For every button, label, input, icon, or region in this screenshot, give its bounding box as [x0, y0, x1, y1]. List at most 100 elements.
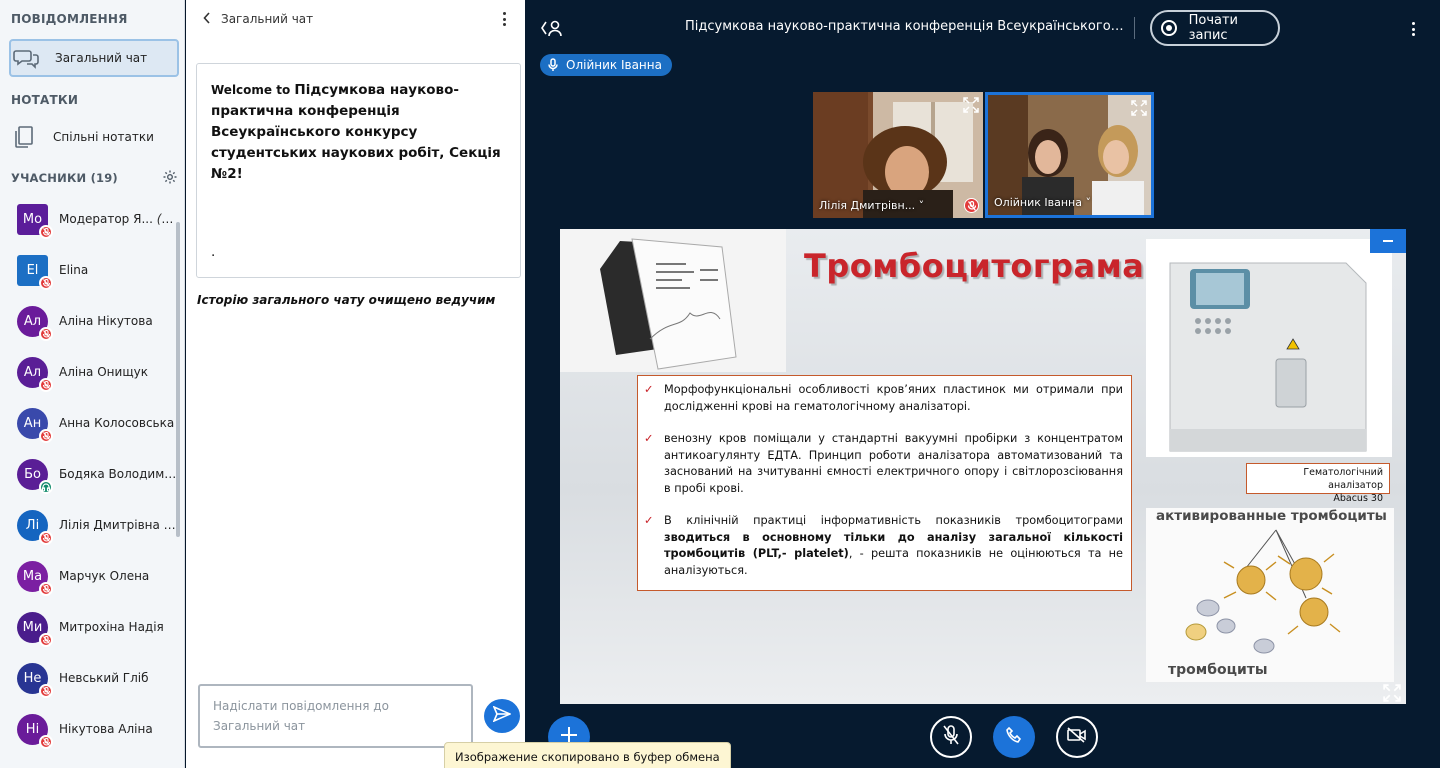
muted-mic-icon — [39, 734, 53, 749]
user-name: Митрохіна Надія — [59, 620, 164, 634]
record-icon — [1161, 20, 1177, 36]
talking-name: Олійник Іванна — [566, 58, 662, 72]
user-name: Невський Гліб — [59, 671, 149, 685]
messages-section-title: ПОВІДОМЛЕННЯ — [11, 12, 128, 26]
avatar: Бо — [17, 458, 53, 494]
topbar-divider — [1134, 17, 1135, 39]
send-icon — [492, 705, 512, 726]
bullet-2: ✓ венозну кров поміщали у стандартні вак… — [644, 432, 1123, 495]
user-name: Марчук Олена — [59, 569, 150, 583]
welcome-dot: . — [211, 244, 216, 260]
avatar: Не — [17, 662, 53, 698]
user-name: Аліна Онищук — [59, 365, 148, 379]
user-name: Модератор Я... (Ви) — [59, 212, 177, 226]
fullscreen-icon[interactable] — [1131, 100, 1147, 120]
you-label: (Ви) — [156, 212, 177, 226]
avatar: El — [17, 254, 53, 290]
public-chat-label: Загальний чат — [55, 51, 148, 65]
video-tile-1[interactable]: Лілія Дмитрівн... ˅ — [813, 92, 983, 218]
talking-indicator: Олійник Іванна — [540, 54, 672, 76]
avatar: Лі — [17, 509, 53, 545]
video-name-2: Олійник Іванна ˅ — [994, 196, 1091, 209]
avatar: Мо — [17, 203, 53, 239]
minus-icon — [1383, 240, 1393, 242]
muted-mic-icon — [39, 377, 53, 392]
camera-off-icon — [1067, 727, 1087, 747]
checkmark-icon: ✓ — [644, 514, 654, 527]
chat-header[interactable]: Загальний чат — [203, 10, 515, 28]
presentation-area: Підсумкова науково-практична конференція… — [525, 0, 1440, 768]
microphone-off-icon — [943, 725, 959, 749]
chat-cleared-notice: Історію загального чату очищено ведучим — [197, 293, 496, 307]
avatar: Ал — [17, 356, 53, 392]
options-menu-icon[interactable] — [1412, 22, 1416, 36]
slide-text-box: ✓ Морфофункціональні особливості кров’ян… — [637, 375, 1132, 591]
chat-options-icon[interactable] — [503, 12, 507, 26]
user-list-item[interactable]: Ан Анна Колосовська — [17, 407, 177, 443]
user-name: Бодяка Володими... — [59, 467, 177, 481]
message-input[interactable]: Надіслати повідомлення до Загальний чат — [198, 684, 473, 748]
toggle-user-list-icon[interactable] — [540, 18, 564, 42]
notes-section-title: НОТАТКИ — [11, 93, 79, 107]
user-list-item[interactable]: Мо Модератор Я... (Ви) — [17, 203, 177, 239]
video-name-1: Лілія Дмитрівн... ˅ — [819, 199, 925, 212]
caption-line-2: Abacus 30 — [1333, 493, 1383, 504]
caption-line-1: Гематологічний аналізатор — [1303, 467, 1383, 491]
welcome-lead: Welcome to — [211, 83, 295, 97]
user-list-scrollbar[interactable] — [176, 222, 180, 537]
user-list-item[interactable]: Ні Нікутова Аліна — [17, 713, 177, 749]
muted-mic-icon — [39, 428, 53, 443]
muted-mic-icon — [39, 632, 53, 647]
user-name: Нікутова Аліна — [59, 722, 153, 736]
public-chat-item[interactable]: Загальний чат — [9, 39, 179, 77]
leave-audio-button[interactable] — [993, 716, 1035, 758]
platelets-label: тромбоциты — [1168, 662, 1268, 678]
user-name: Аліна Нікутова — [59, 314, 153, 328]
chat-bubbles-icon — [11, 47, 41, 69]
notes-icon — [9, 125, 39, 149]
clipboard-toast: Изображение скопировано в буфер обмена — [444, 742, 731, 768]
start-recording-button[interactable]: Почати запис — [1150, 10, 1280, 46]
muted-mic-icon — [39, 275, 53, 290]
shared-notes-label: Спільні нотатки — [53, 130, 154, 144]
user-list-item[interactable]: Бо Бодяка Володими... — [17, 458, 177, 494]
users-section-title: УЧАСНИКИ (19) — [11, 171, 118, 185]
user-list-item[interactable]: Ал Аліна Онищук — [17, 356, 177, 392]
muted-mic-icon — [39, 581, 53, 596]
record-label: Почати запис — [1188, 13, 1238, 43]
video-tile-2[interactable]: Олійник Іванна ˅ — [985, 92, 1154, 218]
gear-icon[interactable] — [162, 169, 178, 185]
fullscreen-icon[interactable] — [1383, 684, 1401, 706]
user-list-item[interactable]: El Elina — [17, 254, 177, 290]
user-name: Лілія Дмитрівна Т... — [59, 518, 177, 532]
user-list-item[interactable]: Ал Аліна Нікутова — [17, 305, 177, 341]
slide-title: Тромбоцитограма — [804, 247, 1145, 285]
phone-icon — [1005, 726, 1023, 748]
checkmark-icon: ✓ — [644, 432, 654, 445]
analyzer-printout-image — [560, 229, 786, 372]
activated-platelets-label: активированные тромбоциты — [1156, 508, 1387, 524]
user-list-item[interactable]: Лі Лілія Дмитрівна Т... — [17, 509, 177, 545]
user-list-item[interactable]: Ми Митрохіна Надія — [17, 611, 177, 647]
fullscreen-icon[interactable] — [963, 97, 979, 117]
avatar: Ні — [17, 713, 53, 749]
microphone-icon — [548, 58, 558, 71]
avatar: Ал — [17, 305, 53, 341]
platelets-image: активированные тромбоциты тромбоциты — [1146, 508, 1394, 682]
muted-mic-icon — [39, 224, 53, 239]
chat-title: Загальний чат — [221, 12, 314, 26]
avatar: Ми — [17, 611, 53, 647]
hematology-analyzer-image — [1146, 239, 1392, 457]
user-list-item[interactable]: Ма Марчук Олена — [17, 560, 177, 596]
share-webcam-button[interactable] — [1056, 716, 1098, 758]
user-list-item[interactable]: Не Невський Гліб — [17, 662, 177, 698]
checkmark-icon: ✓ — [644, 383, 654, 396]
minimize-presentation-button[interactable] — [1370, 229, 1406, 253]
chevron-left-icon[interactable] — [203, 11, 211, 27]
send-button[interactable] — [484, 699, 520, 733]
muted-mic-icon — [39, 326, 53, 341]
unmute-button[interactable] — [930, 716, 972, 758]
user-list-panel: ПОВІДОМЛЕННЯ Загальний чат НОТАТКИ Спіль… — [0, 0, 185, 768]
shared-notes-item[interactable]: Спільні нотатки — [9, 118, 179, 156]
chat-panel: Загальний чат Welcome to Підсумкова наук… — [186, 0, 525, 768]
